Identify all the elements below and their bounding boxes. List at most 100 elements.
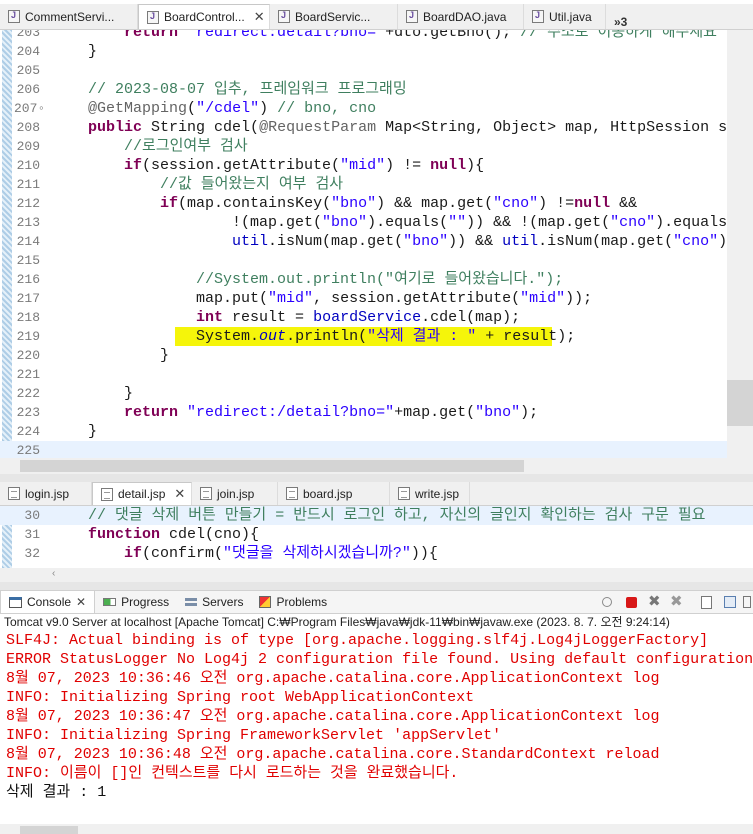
code-line[interactable]: 220 } bbox=[0, 346, 753, 365]
java-editor[interactable]: 203 return "redirect:detail?bno="+dto.ge… bbox=[0, 30, 753, 458]
code-text: } bbox=[52, 385, 134, 402]
jsp-tab-label: write.jsp bbox=[415, 486, 460, 501]
scroll-lock-icon[interactable] bbox=[724, 596, 736, 608]
line-number: 203 bbox=[16, 30, 40, 40]
code-line[interactable]: 206 // 2023-08-07 입추, 프레임워크 프로그래밍 bbox=[0, 80, 753, 99]
jsp-file-icon bbox=[398, 487, 410, 500]
pane-divider[interactable] bbox=[0, 474, 753, 482]
code-line[interactable]: 203 return "redirect:detail?bno="+dto.ge… bbox=[0, 30, 753, 42]
jsp-tab[interactable]: board.jsp bbox=[278, 482, 390, 505]
editor-hscroll-thumb[interactable] bbox=[20, 460, 524, 472]
tab-overflow-button[interactable]: »3 bbox=[606, 15, 627, 29]
editor-tab[interactable]: BoardControl... ✕ bbox=[138, 4, 270, 29]
console-hscroll-thumb[interactable] bbox=[20, 826, 78, 834]
editor-horizontal-scrollbar[interactable] bbox=[0, 458, 753, 474]
code-line[interactable]: 219 System.out.println("삭제 결과 : " + resu… bbox=[0, 327, 753, 346]
jsp-file-icon bbox=[200, 487, 212, 500]
editor-scroll-thumb[interactable] bbox=[727, 380, 753, 426]
line-number: 208 bbox=[16, 120, 40, 135]
code-text: if(map.containsKey("bno") && map.get("cn… bbox=[160, 195, 638, 212]
line-number: 222 bbox=[16, 386, 40, 401]
line-number: 212 bbox=[16, 196, 40, 211]
java-file-icon bbox=[532, 10, 544, 23]
jsp-tab[interactable]: write.jsp bbox=[390, 482, 470, 505]
code-line[interactable]: 222 } bbox=[0, 384, 753, 403]
editor-tab[interactable]: Util.java bbox=[524, 4, 606, 29]
close-icon[interactable]: ✕ bbox=[174, 486, 185, 502]
code-text: return "redirect:detail?bno="+dto.getBno… bbox=[124, 30, 717, 41]
code-text: !(map.get("bno").equals("")) && !(map.ge… bbox=[52, 214, 753, 231]
code-line[interactable]: 204 } bbox=[0, 42, 753, 61]
code-line[interactable]: 209 //로그인여부 검사 bbox=[0, 137, 753, 156]
code-line[interactable]: 211 //값 들어왔는지 여부 검사 bbox=[0, 175, 753, 194]
view-tab[interactable]: Progress bbox=[95, 591, 177, 613]
view-tab[interactable]: Console ✕ bbox=[0, 591, 96, 613]
code-line[interactable]: 30 // 댓글 삭제 버튼 만들기 = 반드시 로그인 하고, 자신의 글인지… bbox=[0, 506, 753, 525]
view-tab-label: Console bbox=[27, 595, 72, 609]
remove-all-icon[interactable]: ✖ bbox=[670, 594, 684, 609]
code-text: map.put("mid", session.getAttribute("mid… bbox=[52, 290, 593, 307]
code-line[interactable]: 225 bbox=[0, 441, 753, 458]
code-line[interactable]: 216 //System.out.println("여기로 들어왔습니다."); bbox=[0, 270, 753, 289]
editor-tab-label: Util.java bbox=[549, 9, 592, 24]
word-wrap-icon[interactable] bbox=[743, 596, 751, 608]
view-tab[interactable]: Servers bbox=[177, 591, 251, 613]
code-line[interactable]: 210 if(session.getAttribute("mid") != nu… bbox=[0, 156, 753, 175]
console-line: 8월 07, 2023 10:36:47 오전 org.apache.catal… bbox=[6, 708, 660, 725]
view-tab[interactable]: Problems bbox=[251, 591, 335, 613]
editor-tab-label: BoardServic... bbox=[295, 9, 371, 24]
close-icon[interactable]: ✕ bbox=[76, 595, 86, 609]
code-line[interactable]: 217 map.put("mid", session.getAttribute(… bbox=[0, 289, 753, 308]
code-line[interactable]: 31 function cdel(cno){ bbox=[0, 525, 753, 544]
terminate-icon[interactable] bbox=[626, 597, 637, 608]
code-text: // 2023-08-07 입추, 프레임워크 프로그래밍 bbox=[88, 81, 407, 98]
code-line[interactable]: 205 bbox=[0, 61, 753, 80]
console-line: ERROR StatusLogger No Log4j 2 configurat… bbox=[6, 651, 753, 668]
line-number: 209 bbox=[16, 139, 40, 154]
editor-tab[interactable]: BoardServic... bbox=[270, 4, 398, 29]
code-line[interactable]: 221 bbox=[0, 365, 753, 384]
code-line[interactable]: 214 util.isNum(map.get("bno")) && util.i… bbox=[0, 232, 753, 251]
java-file-icon bbox=[147, 10, 159, 24]
line-number: 216 bbox=[16, 272, 40, 287]
jsp-tab-bar: login.jsp detail.jsp ✕ join.jsp board.jsp wri… bbox=[0, 482, 753, 506]
code-line[interactable]: 32 if(confirm("댓글을 삭제하시겠습니까?")){ bbox=[0, 544, 753, 563]
code-line[interactable]: 213 !(map.get("bno").equals("")) && !(ma… bbox=[0, 213, 753, 232]
pin-icon[interactable] bbox=[602, 597, 612, 607]
code-line[interactable]: 224 } bbox=[0, 422, 753, 441]
line-number: 215 bbox=[16, 253, 40, 268]
pane-divider-2[interactable] bbox=[0, 582, 753, 590]
console-output[interactable]: SLF4J: Actual binding is of type [org.ap… bbox=[0, 630, 753, 824]
problems-icon bbox=[259, 596, 272, 608]
jsp-tab[interactable]: detail.jsp ✕ bbox=[92, 482, 192, 505]
code-line[interactable]: 218 int result = boardService.cdel(map); bbox=[0, 308, 753, 327]
line-number: 221 bbox=[16, 367, 40, 382]
line-number: 217 bbox=[16, 291, 40, 306]
editor-vertical-scrollbar[interactable] bbox=[727, 30, 753, 458]
console-icon bbox=[9, 596, 22, 608]
jsp-horizontal-scrollbar[interactable]: ‹ bbox=[0, 568, 753, 582]
editor-tab[interactable]: CommentServi... bbox=[0, 4, 138, 29]
remove-launch-icon[interactable]: ✖ bbox=[648, 594, 662, 609]
jsp-tab-label: detail.jsp bbox=[118, 487, 166, 501]
scroll-left-arrow-icon[interactable]: ‹ bbox=[52, 568, 55, 579]
line-number: 31 bbox=[24, 527, 40, 542]
code-line[interactable]: 212 if(map.containsKey("bno") && map.get… bbox=[0, 194, 753, 213]
code-text: } bbox=[52, 43, 98, 60]
jsp-tab[interactable]: login.jsp bbox=[0, 482, 92, 505]
console-horizontal-scrollbar[interactable] bbox=[0, 824, 753, 834]
jsp-file-icon bbox=[286, 487, 298, 500]
code-text: if(confirm("댓글을 삭제하시겠습니까?")){ bbox=[124, 545, 438, 562]
code-line[interactable]: 208 public String cdel(@RequestParam Map… bbox=[0, 118, 753, 137]
clear-console-icon[interactable] bbox=[701, 596, 712, 609]
line-number: 213 bbox=[16, 215, 40, 230]
code-line[interactable]: 215 bbox=[0, 251, 753, 270]
jsp-editor[interactable]: 30 // 댓글 삭제 버튼 만들기 = 반드시 로그인 하고, 자신의 글인지… bbox=[0, 506, 753, 568]
code-line[interactable]: 207◦ @GetMapping("/cdel") // bno, cno bbox=[0, 99, 753, 118]
code-text: public String cdel(@RequestParam Map<Str… bbox=[88, 119, 753, 136]
close-icon[interactable]: ✕ bbox=[254, 9, 265, 25]
jsp-tab[interactable]: join.jsp bbox=[192, 482, 278, 505]
code-line[interactable]: 223 return "redirect:/detail?bno="+map.g… bbox=[0, 403, 753, 422]
editor-tab[interactable]: BoardDAO.java bbox=[398, 4, 524, 29]
code-text: } bbox=[52, 423, 98, 440]
